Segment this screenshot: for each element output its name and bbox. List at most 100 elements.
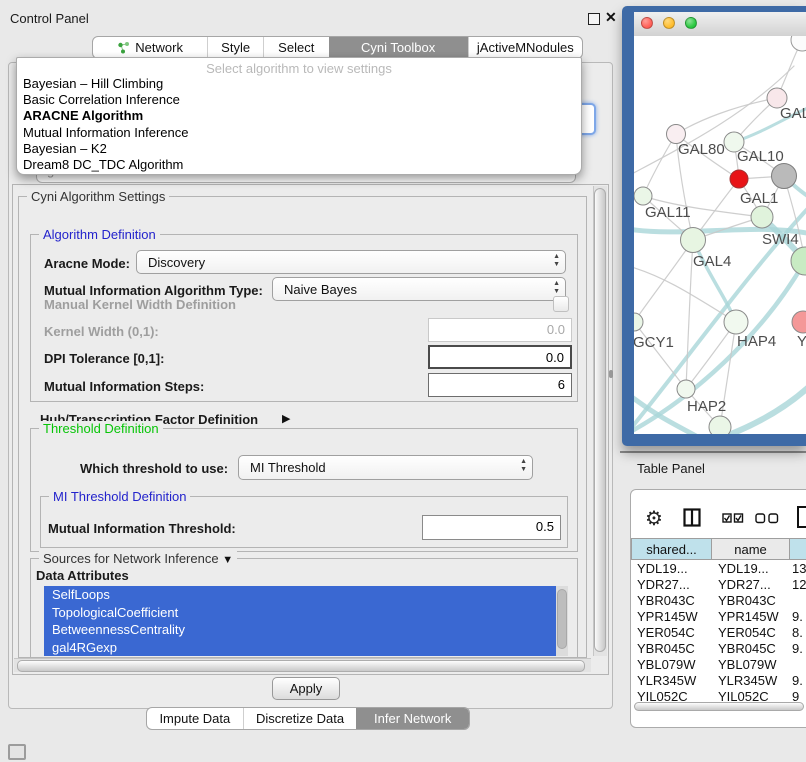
aracne-mode-combobox[interactable]: Discovery ▲▼ xyxy=(136,250,566,274)
table-cell: YLR345W xyxy=(631,673,712,689)
network-edge[interactable] xyxy=(686,240,693,389)
table-cell: YER054C xyxy=(631,625,712,641)
table-column-header[interactable] xyxy=(790,538,806,560)
apply-button[interactable]: Apply xyxy=(272,677,340,700)
network-node[interactable] xyxy=(681,228,706,253)
table-row[interactable]: YBR043CYBR043C xyxy=(631,593,806,609)
which-threshold-combobox[interactable]: MI Threshold ▲▼ xyxy=(238,455,533,480)
kernel-width-field[interactable]: 0.0 xyxy=(428,318,572,342)
tab-style[interactable]: Style xyxy=(207,37,263,58)
table-horizontal-scrollbar-thumb[interactable] xyxy=(634,702,804,711)
attribute-item[interactable]: SelfLoops xyxy=(44,586,556,604)
network-node-label: GAL11 xyxy=(645,204,691,221)
algorithm-definition-title: Algorithm Definition xyxy=(39,227,160,242)
network-edge[interactable] xyxy=(676,98,777,134)
table-row[interactable]: YPR145WYPR145W9. xyxy=(631,609,806,625)
network-node[interactable] xyxy=(730,170,748,188)
network-edge[interactable] xyxy=(634,322,686,389)
dpi-tolerance-field[interactable]: 0.0 xyxy=(428,345,572,369)
close-panel-icon[interactable]: ✕ xyxy=(605,9,617,26)
zoom-traffic-light-icon[interactable] xyxy=(685,17,697,29)
kernel-width-label: Kernel Width (0,1): xyxy=(44,324,159,339)
tab-select[interactable]: Select xyxy=(263,37,329,58)
attributes-scrollbar-thumb[interactable] xyxy=(557,589,567,649)
tab-network[interactable]: Network xyxy=(93,37,207,58)
mi-steps-field[interactable]: 6 xyxy=(428,373,572,397)
tab-infer-network[interactable]: Infer Network xyxy=(356,708,469,729)
network-node[interactable] xyxy=(709,416,731,434)
table-cell: 9 xyxy=(790,689,806,701)
network-node[interactable] xyxy=(772,164,797,189)
tab-discretize-data[interactable]: Discretize Data xyxy=(243,708,357,729)
table-export-icon[interactable] xyxy=(796,505,806,529)
tab-cyni-toolbox-label: Cyni Toolbox xyxy=(361,40,435,55)
algorithm-option[interactable]: Bayesian – K2 xyxy=(17,141,581,157)
network-node-label: GAL80 xyxy=(678,141,725,158)
network-node-label: SWI4 xyxy=(762,231,799,248)
cyni-algorithm-settings-title: Cyni Algorithm Settings xyxy=(27,189,169,204)
tab-jactivemnodules[interactable]: jActiveMNodules xyxy=(468,37,582,58)
network-edge[interactable] xyxy=(634,240,693,322)
table-column-header[interactable]: shared... xyxy=(631,538,712,560)
table-row[interactable]: YBL079WYBL079W xyxy=(631,657,806,673)
network-node-label: HAP2 xyxy=(687,398,726,415)
data-attributes-label: Data Attributes xyxy=(36,568,129,583)
table-row[interactable]: YIL052CYIL052C9 xyxy=(631,689,806,701)
tab-impute-data[interactable]: Impute Data xyxy=(147,708,243,729)
hub-expand-arrow-icon[interactable]: ▶ xyxy=(282,412,290,425)
network-graph[interactable]: GALGAL80GAL10GAL1GAL11SWI4GAL4HAP4YGCY1H… xyxy=(634,36,806,434)
tab-style-label: Style xyxy=(221,40,250,55)
show-selected-columns-icon[interactable] xyxy=(722,512,744,525)
float-panel-icon[interactable] xyxy=(588,13,600,25)
network-edge[interactable] xyxy=(726,384,806,434)
hide-columns-icon[interactable] xyxy=(755,512,779,525)
table-row[interactable]: YDL19...YDL19...13 xyxy=(631,561,806,577)
algorithm-option[interactable]: Dream8 DC_TDC Algorithm xyxy=(17,157,581,173)
mi-algorithm-type-combobox[interactable]: Naive Bayes ▲▼ xyxy=(272,277,566,301)
network-node[interactable] xyxy=(634,187,652,205)
table-row[interactable]: YLR345WYLR345W9. xyxy=(631,673,806,689)
network-window-titlebar[interactable] xyxy=(634,12,806,37)
algorithm-option[interactable]: Mutual Information Inference xyxy=(17,125,581,141)
network-node[interactable] xyxy=(724,310,748,334)
table-row[interactable]: YBR045CYBR045C9. xyxy=(631,641,806,657)
control-panel-title: Control Panel xyxy=(10,11,89,26)
algorithm-option[interactable]: Basic Correlation Inference xyxy=(17,92,581,108)
settings-horizontal-scrollbar-thumb[interactable] xyxy=(17,660,585,672)
close-traffic-light-icon[interactable] xyxy=(641,17,653,29)
network-node-label: GCY1 xyxy=(634,334,674,351)
table-settings-gear-icon[interactable]: ⚙ xyxy=(645,506,663,531)
network-view-canvas[interactable]: GALGAL80GAL10GAL1GAL11SWI4GAL4HAP4YGCY1H… xyxy=(634,36,806,434)
table-column-header[interactable]: name xyxy=(712,538,790,560)
split-columns-icon[interactable] xyxy=(683,508,701,527)
table-cell: YPR145W xyxy=(631,609,712,625)
combo-stepper-icon: ▲▼ xyxy=(553,253,560,269)
tab-cyni-toolbox[interactable]: Cyni Toolbox xyxy=(329,37,468,58)
table-row[interactable]: YER054CYER054C8. xyxy=(631,625,806,641)
table-row[interactable]: YDR27...YDR27...12 xyxy=(631,577,806,593)
attribute-item[interactable]: BetweennessCentrality xyxy=(44,621,556,639)
table-cell: YBL079W xyxy=(712,657,790,673)
algorithm-option[interactable]: ARACNE Algorithm xyxy=(17,108,581,124)
table-panel-splitter[interactable] xyxy=(620,451,806,453)
network-node[interactable] xyxy=(634,313,643,331)
manual-kernel-width-checkbox[interactable] xyxy=(553,296,569,312)
table-cell: YIL052C xyxy=(712,689,790,701)
sources-group-title: Sources for Network Inference ▼ xyxy=(39,551,237,566)
collapsed-panel-icon[interactable] xyxy=(8,744,26,760)
algorithm-option[interactable]: Bayesian – Hill Climbing xyxy=(17,76,581,92)
network-node[interactable] xyxy=(792,311,806,333)
data-attributes-list[interactable]: SelfLoopsTopologicalCoefficientBetweenne… xyxy=(44,586,556,656)
minimize-traffic-light-icon[interactable] xyxy=(663,17,675,29)
table-cell: YER054C xyxy=(712,625,790,641)
network-node[interactable] xyxy=(751,206,773,228)
settings-vertical-scrollbar-thumb[interactable] xyxy=(594,188,606,652)
network-node[interactable] xyxy=(791,36,806,51)
attribute-item[interactable]: TopologicalCoefficient xyxy=(44,604,556,622)
tab-jactivemnodules-label: jActiveMNodules xyxy=(477,40,574,55)
sources-collapse-arrow-icon[interactable]: ▼ xyxy=(222,554,233,566)
network-node[interactable] xyxy=(677,380,695,398)
mi-threshold-field[interactable]: 0.5 xyxy=(422,515,561,540)
attribute-item[interactable]: gal4RGexp xyxy=(44,639,556,657)
panel-splitter-handle[interactable] xyxy=(609,370,613,378)
